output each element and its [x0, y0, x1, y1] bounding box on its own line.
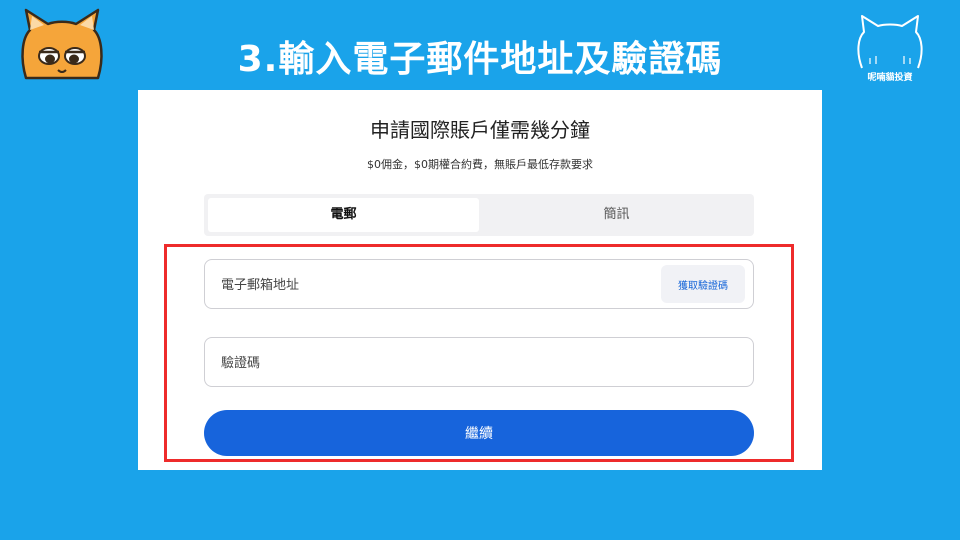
form-subheading: $0佣金，$0期權合約費，無賬戶最低存款要求 — [367, 158, 593, 171]
slide-title: 3.輸入電子郵件地址及驗證碼 — [237, 39, 723, 80]
tab-email[interactable]: 電郵 — [208, 198, 479, 232]
contact-method-tabs: 電郵 簡訊 — [204, 194, 754, 236]
form-heading: 申請國際賬戶僅需幾分鐘 — [370, 118, 590, 142]
tab-sms[interactable]: 簡訊 — [483, 198, 750, 232]
highlight-box — [164, 244, 794, 462]
